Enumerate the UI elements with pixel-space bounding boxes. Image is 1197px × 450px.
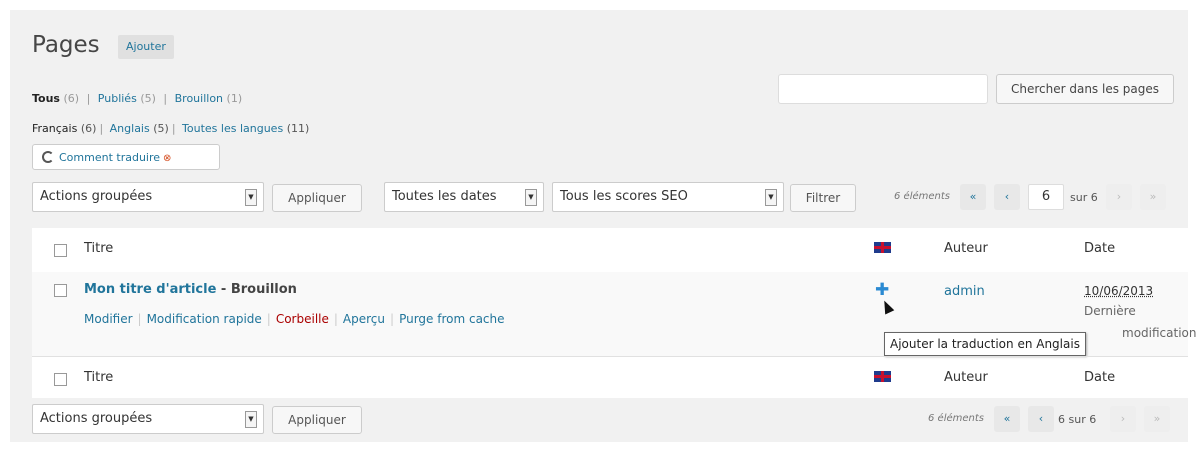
lang-all[interactable]: Toutes les langues: [182, 122, 283, 135]
separator: |: [86, 92, 91, 105]
filter-draft[interactable]: Brouillon: [175, 92, 223, 105]
separator: |: [390, 312, 395, 326]
trash-link[interactable]: Corbeille: [276, 312, 329, 326]
table-header-row: Titre Auteur Date: [32, 228, 1188, 273]
column-author-footer: Auteur: [944, 370, 988, 385]
seo-score-filter-select[interactable]: Tous les scores SEO ▼: [552, 182, 784, 212]
date-value: 10/06/2013: [1084, 284, 1154, 298]
column-title-header[interactable]: Titre: [84, 241, 113, 256]
dates-filter-value: Toutes les dates: [392, 189, 497, 204]
last-page-button[interactable]: »: [1140, 184, 1166, 210]
filter-published-count: (5): [140, 92, 156, 105]
column-date-header[interactable]: Date: [1084, 241, 1115, 256]
add-page-button[interactable]: Ajouter: [118, 35, 174, 59]
search-input[interactable]: [778, 74, 988, 104]
filter-published[interactable]: Publiés: [98, 92, 137, 105]
bulk-actions-value: Actions groupées: [40, 411, 153, 426]
row-checkbox[interactable]: [54, 284, 67, 297]
current-page-input[interactable]: 6: [1028, 184, 1064, 210]
language-filter-links: Français (6) | Anglais (5) | Toutes les la…: [32, 122, 309, 135]
lang-english-count: (5): [153, 122, 169, 135]
bulk-actions-value: Actions groupées: [40, 189, 153, 204]
search-button[interactable]: Chercher dans les pages: [996, 74, 1174, 104]
dropdown-arrow-icon: ▼: [525, 189, 537, 206]
how-to-translate-label: Comment traduire: [59, 151, 161, 164]
first-page-button[interactable]: «: [960, 184, 986, 210]
uk-flag-icon: [874, 242, 891, 253]
filter-button[interactable]: Filtrer: [790, 184, 856, 212]
lang-french-count: (6): [80, 122, 97, 135]
total-pages-label: sur 6: [1070, 191, 1098, 204]
seo-filter-value: Tous les scores SEO: [560, 189, 688, 204]
prev-page-button-bottom[interactable]: ‹: [1028, 406, 1054, 432]
purge-cache-link[interactable]: Purge from cache: [399, 312, 504, 326]
quick-edit-link[interactable]: Modification rapide: [147, 312, 262, 326]
pagination-top: 6 éléments « ‹ 6 sur 6 › »: [894, 184, 1184, 212]
separator: |: [171, 122, 176, 135]
select-all-checkbox-bottom[interactable]: [54, 373, 67, 386]
post-title: Mon titre d'article - Brouillon: [84, 282, 297, 297]
translation-tooltip: Ajouter la traduction en Anglais: [884, 332, 1086, 356]
separator: |: [266, 312, 271, 326]
filter-draft-count: (1): [226, 92, 243, 105]
preview-link[interactable]: Aperçu: [343, 312, 385, 326]
select-all-checkbox[interactable]: [54, 244, 67, 257]
next-page-button-bottom[interactable]: ›: [1110, 406, 1136, 432]
last-page-button-bottom[interactable]: »: [1144, 406, 1170, 432]
table-row: Mon titre d'article - Brouillon Modifier…: [32, 272, 1196, 356]
separator: |: [163, 92, 168, 105]
column-title-footer[interactable]: Titre: [84, 370, 113, 385]
how-to-translate-button[interactable]: Comment traduire ⊗: [32, 144, 220, 170]
post-title-link[interactable]: Mon titre d'article: [84, 282, 216, 297]
lang-french[interactable]: Français: [32, 122, 77, 135]
edit-link[interactable]: Modifier: [84, 312, 133, 326]
first-page-button-bottom[interactable]: «: [994, 406, 1020, 432]
post-status: - Brouillon: [216, 282, 297, 297]
apply-button-top[interactable]: Appliquer: [272, 184, 362, 212]
separator: |: [99, 122, 104, 135]
date-status-line1: Dernière: [1084, 304, 1136, 318]
row-actions: Modifier | Modification rapide | Corbeille | A…: [84, 312, 505, 326]
lang-english[interactable]: Anglais: [110, 122, 150, 135]
bulk-actions-select-top[interactable]: Actions groupées ▼: [32, 182, 264, 212]
close-icon[interactable]: ⊗: [163, 153, 171, 164]
column-date-footer[interactable]: Date: [1084, 370, 1115, 385]
next-page-button[interactable]: ›: [1106, 184, 1132, 210]
separator: |: [137, 312, 142, 326]
dropdown-arrow-icon: ▼: [245, 189, 257, 206]
refresh-icon: [42, 151, 54, 163]
filter-all-count: (6): [63, 92, 80, 105]
prev-page-button[interactable]: ‹: [994, 184, 1020, 210]
status-filter-links: Tous (6) | Publiés (5) | Brouillon (1): [32, 92, 242, 105]
page-background: Pages Ajouter Tous (6) | Publiés (5) | B…: [10, 10, 1196, 442]
table-footer-row: Titre Auteur Date: [32, 356, 1188, 401]
items-count: 6 éléments: [894, 191, 950, 202]
separator: |: [333, 312, 338, 326]
pagination-bottom: 6 éléments « ‹ 6 sur 6 › »: [928, 406, 1184, 434]
items-count-bottom: 6 éléments: [928, 413, 984, 424]
uk-flag-icon: [874, 371, 891, 382]
column-author-header: Auteur: [944, 241, 988, 256]
add-translation-icon[interactable]: ✚: [875, 280, 889, 300]
filter-all[interactable]: Tous: [32, 92, 60, 105]
author-link[interactable]: admin: [944, 284, 985, 299]
dates-filter-select[interactable]: Toutes les dates ▼: [384, 182, 544, 212]
page-of-label-bottom: 6 sur 6: [1058, 413, 1097, 426]
lang-all-count: (11): [286, 122, 310, 135]
pages-table: Titre Auteur Date Mon titre d'article - …: [32, 228, 1196, 401]
page-title: Pages: [32, 32, 100, 58]
date-status-line2: modification: [1122, 326, 1197, 340]
dropdown-arrow-icon: ▼: [765, 189, 777, 206]
mouse-cursor-icon: [879, 298, 895, 315]
dropdown-arrow-icon: ▼: [245, 411, 257, 428]
apply-button-bottom[interactable]: Appliquer: [272, 406, 362, 434]
bulk-actions-select-bottom[interactable]: Actions groupées ▼: [32, 404, 264, 434]
